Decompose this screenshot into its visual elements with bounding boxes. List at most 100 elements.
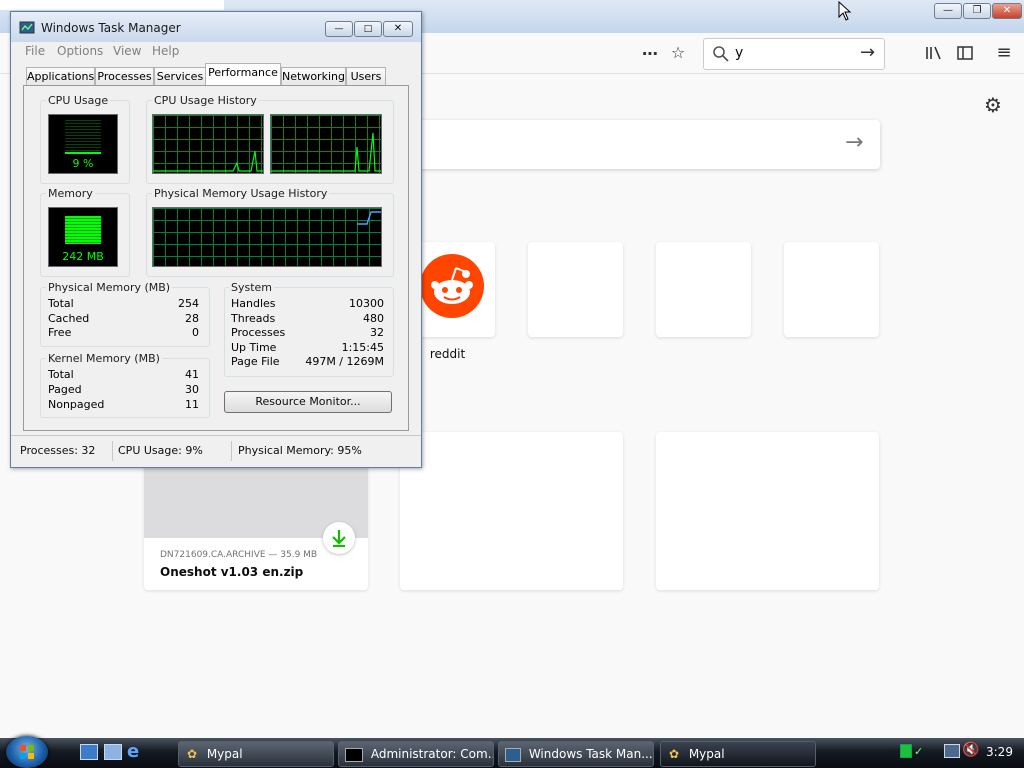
taskbar-button-label: Mypal [688,747,725,761]
cpu-usage-meter: 9 % [48,114,118,174]
status-divider [231,441,232,461]
download-arrow-icon [332,530,346,548]
tray-check-icon[interactable]: ✓ [914,745,923,758]
download-filename: Oneshot v1.03 en.zip [160,565,304,579]
page-actions-icon[interactable]: ⋯ [640,44,660,64]
maximize-button[interactable]: □ [354,21,382,37]
km-label-total: Total [48,368,74,381]
internet-explorer-icon[interactable]: e [127,741,139,762]
tab-processes[interactable]: Processes [95,67,154,86]
sys-value-uptime: 1:15:45 [341,341,384,354]
tab-users[interactable]: Users [346,67,386,86]
status-processes: Processes: 32 [20,444,96,457]
memory-meter-fill [65,216,101,244]
status-bar: Processes: 32 CPU Usage: 9% Physical Mem… [11,435,421,467]
sys-label-processes: Processes [231,326,286,339]
km-value-nonpaged: 11 [185,398,199,411]
menu-bar: File Options View Help [11,42,421,60]
status-divider [112,441,113,461]
sidebar-icon[interactable] [956,44,976,62]
taskmanager-icon [19,21,35,34]
browser-tab-strip [0,0,224,10]
kernel-memory-title: Kernel Memory (MB) [46,352,162,365]
top-site-empty[interactable] [784,242,879,337]
download-badge [323,522,355,554]
settings-gear-icon[interactable]: ⚙ [984,93,1002,117]
start-button[interactable] [6,736,48,768]
close-button[interactable]: ✕ [383,21,413,37]
pm-label-cached: Cached [48,312,90,325]
menu-view[interactable]: View [113,42,141,60]
cpu-history-graph-core2 [270,114,382,174]
tab-services[interactable]: Services [154,67,206,86]
sys-label-pagefile: Page File [231,355,280,368]
pm-value-total: 254 [178,297,199,310]
newtab-search-box[interactable]: → [400,120,880,169]
tab-networking[interactable]: Networking [281,67,346,86]
tray-taskmanager-icon[interactable] [900,744,912,758]
sys-label-uptime: Up Time [231,341,277,354]
volume-muted-icon[interactable]: 🔇 [962,742,979,758]
top-site-empty[interactable] [656,242,751,337]
highlight-card-empty[interactable] [656,432,879,590]
taskbar-button-label: Administrator: Com... [370,747,494,761]
tab-applications[interactable]: Applications [26,67,95,86]
task-manager-title-bar[interactable]: Windows Task Manager — □ ✕ [11,12,421,42]
search-box[interactable]: y → [703,38,885,70]
top-site-empty[interactable] [528,242,623,337]
clock[interactable]: 3:29 [986,745,1013,759]
search-input[interactable]: y [735,45,743,61]
browser-minimize-button[interactable]: — [934,3,962,19]
menu-icon[interactable]: ≡ [994,43,1014,63]
arrow-right-icon[interactable]: → [845,130,863,155]
meter-bars [65,120,101,154]
taskmanager-icon [505,747,521,762]
mypal-icon: ✿ [187,747,198,761]
menu-options[interactable]: Options [57,42,103,60]
task-manager-window: Windows Task Manager — □ ✕ File Options … [10,11,422,468]
search-go-icon[interactable]: → [860,42,875,63]
pm-label-free: Free [48,326,72,339]
performance-panel: CPU Usage 9 % CPU Usage History Memory 2… [23,85,409,431]
cpu-usage-value: 9 % [72,157,94,170]
km-label-paged: Paged [48,383,82,396]
cpu-history-label: CPU Usage History [152,94,259,107]
sys-value-processes: 32 [370,326,384,339]
reddit-icon [420,254,484,318]
windows-logo-icon [20,745,34,759]
system-title: System [229,281,275,294]
menu-file[interactable]: File [25,42,45,60]
memory-history-label: Physical Memory Usage History [152,187,330,200]
download-meta: DN721609.CA.ARCHIVE — 35.9 MB [160,550,318,560]
sys-value-pagefile: 497M / 1269M [305,355,384,368]
window-title: Windows Task Manager [41,21,181,35]
sys-value-threads: 480 [363,312,384,325]
bookmark-star-icon[interactable]: ☆ [668,43,688,63]
physical-memory-title: Physical Memory (MB) [46,281,173,294]
km-value-paged: 30 [185,383,199,396]
browser-restore-button[interactable]: ❐ [963,3,991,19]
memory-label: Memory [46,187,95,200]
browser-close-button[interactable]: ✕ [992,3,1022,19]
taskbar-button-label: Windows Task Man... [528,747,653,761]
search-icon [713,46,729,62]
tab-performance[interactable]: Performance [205,63,281,87]
sys-label-handles: Handles [231,297,276,310]
taskbar-button-taskmanager[interactable]: Windows Task Man... [498,741,654,767]
memory-history-graph [152,207,382,267]
highlight-card-empty[interactable] [400,432,623,590]
menu-help[interactable]: Help [152,42,179,60]
show-desktop-icon[interactable] [80,744,98,760]
km-value-total: 41 [185,368,199,381]
minimize-button[interactable]: — [325,21,353,37]
network-icon[interactable] [944,744,960,758]
taskbar-button-cmd[interactable]: Administrator: Com... [338,741,494,767]
switch-windows-icon[interactable] [104,744,122,760]
taskbar-button-mypal-active[interactable]: ✿ Mypal [660,741,816,767]
resource-monitor-button[interactable]: Resource Monitor... [224,391,392,413]
memory-value: 242 MB [62,250,104,263]
taskbar-button-mypal[interactable]: ✿ Mypal [178,741,334,767]
pm-value-cached: 28 [185,312,199,325]
library-icon[interactable] [924,44,944,62]
taskbar-button-label: Mypal [206,747,243,761]
